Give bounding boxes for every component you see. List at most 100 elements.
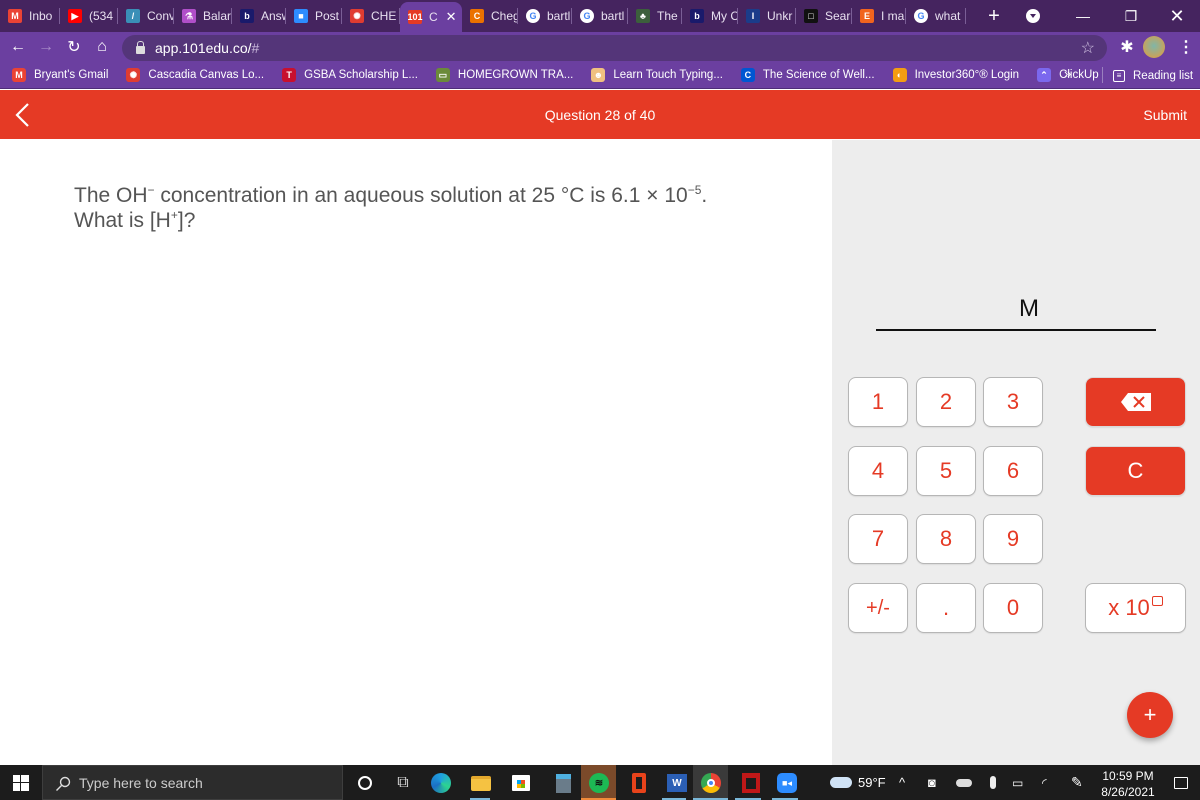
taskbar-search-box[interactable]: Type here to search: [42, 765, 343, 800]
back-arrow-icon[interactable]: ←: [4, 33, 32, 61]
browser-tab[interactable]: Gbartl: [518, 0, 572, 32]
taskbar-clock[interactable]: 10:59 PM 8/26/2021: [1098, 768, 1158, 800]
reload-icon[interactable]: ↻: [60, 33, 88, 61]
meet-now-icon[interactable]: ◙: [928, 765, 936, 800]
url-host: app.101edu.co/: [155, 40, 252, 56]
key-6[interactable]: 6: [983, 446, 1043, 496]
browser-tab[interactable]: ♣ The: [628, 0, 682, 32]
close-tab-icon[interactable]: ✕: [446, 9, 457, 25]
tab-title: C: [429, 10, 438, 24]
microphone-icon[interactable]: [990, 765, 996, 800]
browser-tab[interactable]: Gbartl: [572, 0, 628, 32]
key-7[interactable]: 7: [848, 514, 908, 564]
file-explorer-icon[interactable]: [468, 770, 494, 796]
weather-widget[interactable]: 59°F: [830, 765, 886, 800]
backspace-button[interactable]: [1085, 377, 1186, 427]
browser-tab[interactable]: b Answ: [232, 0, 286, 32]
browser-menu-icon[interactable]: ⋮: [1172, 33, 1200, 61]
microsoft-store-icon[interactable]: [508, 770, 534, 796]
clickup-icon: ⌃: [1037, 68, 1052, 82]
key-2[interactable]: 2: [916, 377, 976, 427]
windows-start-icon[interactable]: [13, 775, 29, 791]
notifications-icon[interactable]: [1174, 765, 1188, 800]
browser-tab[interactable]: I Unkr: [738, 0, 796, 32]
bookmark-star-icon[interactable]: ☆: [1081, 38, 1095, 58]
bookmark-item[interactable]: T GSBA Scholarship L...: [282, 68, 418, 82]
address-bar[interactable]: app.101edu.co/# ☆: [122, 35, 1107, 61]
browser-tab[interactable]: ✺ CHE: [342, 0, 400, 32]
answer-display[interactable]: [876, 296, 1006, 326]
bookmark-item[interactable]: ◐ Investor360°® Login: [892, 68, 1019, 82]
brainly-icon: b: [690, 9, 704, 23]
key-decimal[interactable]: .: [916, 583, 976, 633]
key-8[interactable]: 8: [916, 514, 976, 564]
forward-arrow-icon[interactable]: →: [32, 33, 60, 61]
tab-title: Unkr: [767, 9, 793, 23]
submit-button[interactable]: Submit: [1143, 107, 1187, 123]
minimize-button[interactable]: —: [1060, 0, 1106, 32]
key-4[interactable]: 4: [848, 446, 908, 496]
home-icon[interactable]: ⌂: [88, 33, 116, 61]
task-view-icon[interactable]: ⧉: [390, 770, 416, 796]
exponent-label: x 10: [1108, 595, 1150, 620]
restore-button[interactable]: ❐: [1108, 0, 1154, 32]
browser-tab[interactable]: b My C: [682, 0, 738, 32]
mcafee-icon[interactable]: [738, 770, 764, 796]
bookmark-item[interactable]: ☻ Learn Touch Typing...: [591, 68, 723, 82]
bookmark-item[interactable]: C The Science of Well...: [740, 68, 875, 82]
browser-tab[interactable]: ■ Post: [286, 0, 342, 32]
exponent-button[interactable]: x 10: [1085, 583, 1186, 633]
battery-icon[interactable]: ▭: [1012, 765, 1023, 800]
key-plus-minus[interactable]: +/-: [848, 583, 908, 633]
browser-tab[interactable]: ▶ (534: [60, 0, 118, 32]
leaf-icon: ♣: [636, 9, 650, 23]
extensions-puzzle-icon[interactable]: ✱: [1113, 33, 1141, 61]
gmail-icon: M: [8, 9, 22, 23]
browser-tab[interactable]: / Conv: [118, 0, 174, 32]
browser-tab[interactable]: C Cheg: [462, 0, 518, 32]
tab-title: what: [935, 9, 961, 23]
reading-list-button[interactable]: ≡ Reading list: [1113, 62, 1193, 89]
square-icon: □: [804, 9, 818, 23]
spotify-icon[interactable]: ≋: [586, 770, 612, 796]
profile-avatar[interactable]: [1143, 36, 1165, 58]
bookmark-item[interactable]: M Bryant's Gmail: [12, 68, 108, 82]
bookmarks-overflow-button[interactable]: »: [1064, 66, 1071, 81]
office-icon[interactable]: [626, 770, 652, 796]
profile-dropdown-icon[interactable]: [1010, 0, 1056, 32]
navigation-bar: ← → ↻ ⌂ app.101edu.co/# ☆ ✱ ⋮: [0, 32, 1200, 62]
key-5[interactable]: 5: [916, 446, 976, 496]
key-1[interactable]: 1: [848, 377, 908, 427]
clear-button[interactable]: C: [1085, 446, 1186, 496]
edge-icon[interactable]: [428, 770, 454, 796]
browser-tab[interactable]: 101 C ✕: [400, 2, 462, 32]
browser-tab[interactable]: Gwhat: [906, 0, 966, 32]
key-3[interactable]: 3: [983, 377, 1043, 427]
onedrive-icon[interactable]: [956, 765, 972, 800]
tab-title: The: [657, 9, 678, 23]
pen-workspace-icon[interactable]: ✎: [1071, 765, 1083, 800]
show-hidden-icons-button[interactable]: ^: [899, 765, 905, 800]
bookmark-item[interactable]: ▭ HOMEGROWN TRA...: [435, 68, 573, 82]
question-text-part: The OH: [74, 184, 148, 207]
browser-tab[interactable]: M Inbo: [0, 0, 60, 32]
zoom-app-icon[interactable]: ■◂: [774, 770, 800, 796]
add-fab-button[interactable]: +: [1127, 692, 1173, 738]
key-9[interactable]: 9: [983, 514, 1043, 564]
cortana-icon[interactable]: [352, 770, 378, 796]
calculator-icon[interactable]: [550, 770, 576, 796]
wifi-icon[interactable]: ◜: [1042, 765, 1047, 800]
browser-tab[interactable]: E I ma: [852, 0, 906, 32]
key-0[interactable]: 0: [983, 583, 1043, 633]
search-placeholder: Type here to search: [79, 774, 203, 791]
tab-title: Inbo: [29, 9, 53, 23]
new-tab-button[interactable]: +: [980, 5, 1008, 28]
chrome-icon[interactable]: [698, 770, 724, 796]
conversion-icon: /: [126, 9, 140, 23]
close-window-button[interactable]: ✕: [1154, 0, 1200, 32]
bookmark-item[interactable]: ✺ Cascadia Canvas Lo...: [126, 68, 264, 82]
zoom-icon: ■: [294, 9, 308, 23]
word-icon[interactable]: W: [664, 770, 690, 796]
browser-tab[interactable]: □ Sear: [796, 0, 852, 32]
browser-tab[interactable]: ⚗ Balar: [174, 0, 232, 32]
